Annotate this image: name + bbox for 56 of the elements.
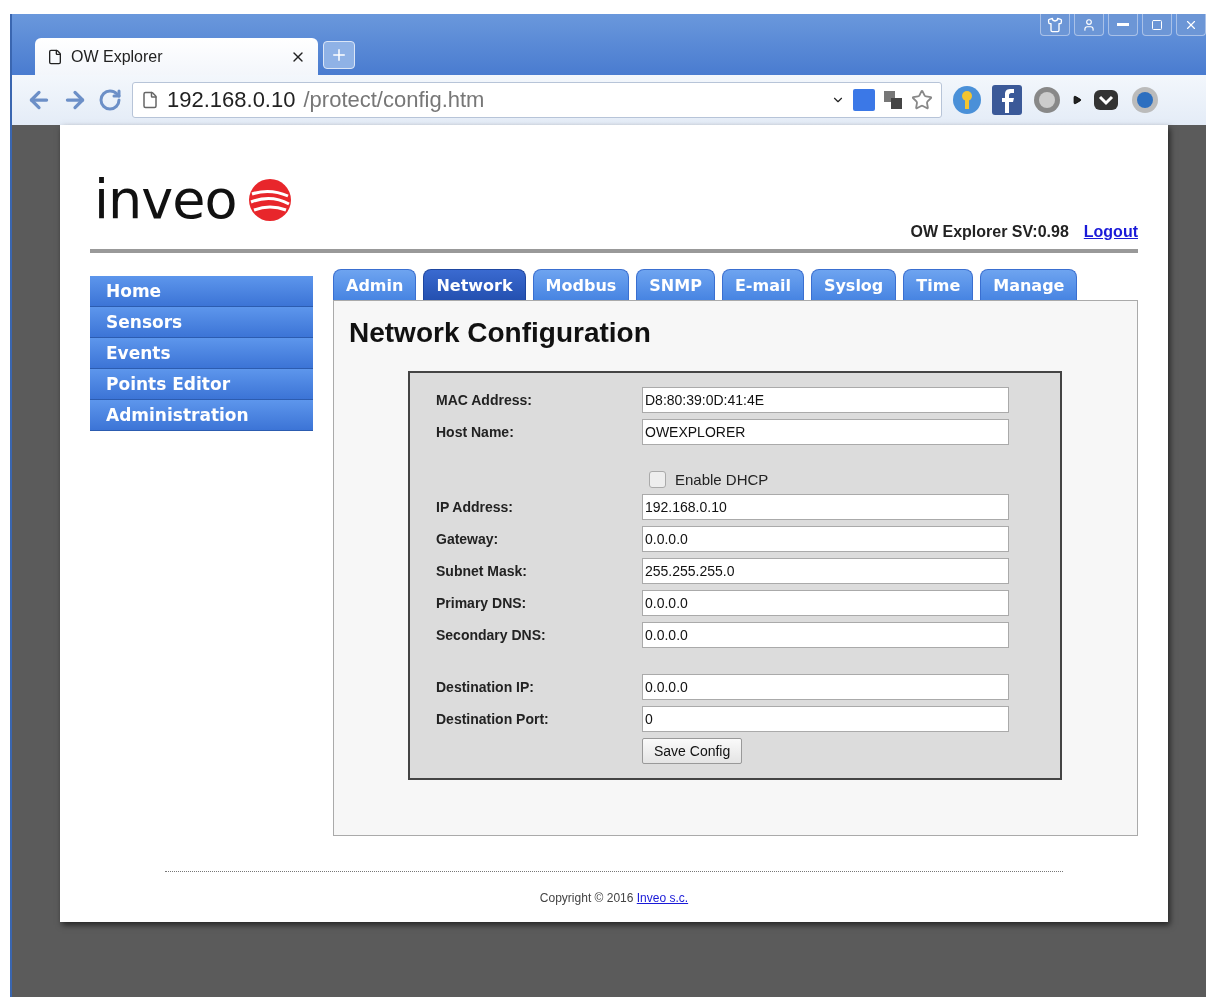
menu-item[interactable]: Sensors bbox=[90, 307, 313, 337]
input-field[interactable]: 0.0.0.0 bbox=[642, 674, 1009, 700]
star-icon[interactable] bbox=[911, 89, 933, 111]
maximize-icon bbox=[1151, 18, 1163, 31]
shirt-icon bbox=[1047, 16, 1063, 33]
company-link[interactable]: Inveo s.c. bbox=[636, 891, 689, 905]
input-field[interactable]: OWEXPLORER bbox=[642, 419, 1009, 445]
menu-item[interactable]: Events bbox=[90, 338, 313, 368]
menu-item[interactable]: Home bbox=[90, 276, 313, 306]
field-label: Destination IP: bbox=[436, 679, 535, 695]
version-text: OW Explorer SV:0.98 bbox=[910, 223, 1069, 241]
shirt-button[interactable] bbox=[1040, 14, 1070, 36]
logout-link[interactable]: Logout bbox=[1083, 223, 1138, 241]
tab[interactable]: Network bbox=[423, 269, 526, 300]
logo-icon bbox=[248, 178, 293, 222]
field-label: MAC Address: bbox=[436, 392, 533, 408]
page-heading: Network Configuration bbox=[349, 317, 652, 349]
checkbox-label: Enable DHCP bbox=[675, 471, 769, 488]
copyright-text: Copyright © 2016 Inveo s.c. bbox=[539, 891, 689, 905]
input-field[interactable]: 255.255.255.0 bbox=[642, 558, 1009, 584]
person-icon bbox=[1082, 17, 1096, 32]
field-label: Host Name: bbox=[436, 424, 515, 440]
tab-title: OW Explorer bbox=[71, 47, 164, 66]
save-button[interactable]: Save Config bbox=[642, 738, 743, 764]
reload-button[interactable] bbox=[98, 88, 122, 112]
maximize-button[interactable] bbox=[1142, 14, 1172, 36]
logo-text: inveo bbox=[94, 173, 237, 227]
profile-button[interactable] bbox=[1074, 14, 1104, 36]
more-icon[interactable] bbox=[1072, 95, 1082, 105]
new-tab-button[interactable] bbox=[323, 41, 355, 69]
browser-tab[interactable]: OW Explorer bbox=[35, 38, 318, 75]
facebook-icon[interactable] bbox=[992, 85, 1022, 115]
input-field[interactable]: 0.0.0.0 bbox=[642, 526, 1009, 552]
dhcp-checkbox[interactable]: Enable DHCP bbox=[642, 471, 1009, 488]
field-label: Secondary DNS: bbox=[436, 627, 547, 643]
menu-item[interactable]: Points Editor bbox=[90, 369, 313, 399]
address-field[interactable]: 192.168.0.10 /protect/config.htm bbox=[132, 82, 942, 118]
page-icon bbox=[47, 48, 63, 65]
menu-item[interactable]: Administration bbox=[90, 400, 313, 430]
minimize-icon bbox=[1117, 23, 1129, 26]
minimize-button[interactable] bbox=[1108, 14, 1138, 36]
field-label: Primary DNS: bbox=[436, 595, 528, 611]
field-label: Destination Port: bbox=[436, 711, 550, 727]
field-label: Gateway: bbox=[436, 531, 500, 547]
plus-icon bbox=[330, 46, 348, 64]
checkbox-icon[interactable] bbox=[649, 471, 666, 488]
page-icon bbox=[141, 91, 159, 109]
key-icon[interactable] bbox=[952, 85, 982, 115]
input-field[interactable]: 0.0.0.0 bbox=[642, 590, 1009, 616]
input-field[interactable]: 0.0.0.0 bbox=[642, 622, 1009, 648]
input-field[interactable]: 0 bbox=[642, 706, 1009, 732]
input-field[interactable]: 192.168.0.10 bbox=[642, 494, 1009, 520]
input-field[interactable]: D8:80:39:0D:41:4E bbox=[642, 387, 1009, 413]
close-button[interactable] bbox=[1176, 14, 1206, 36]
field-label: IP Address: bbox=[436, 499, 515, 515]
field-label: Subnet Mask: bbox=[436, 563, 528, 579]
